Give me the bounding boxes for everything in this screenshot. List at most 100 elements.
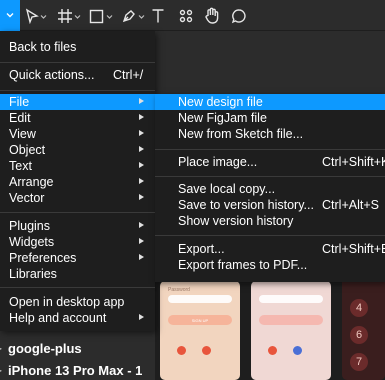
frame-signup-label: SIGN UP: [191, 318, 209, 323]
canvas-frame-signup-alt[interactable]: [251, 281, 331, 380]
keypad-key: 4: [350, 299, 368, 317]
menu-item-object[interactable]: Object: [0, 142, 155, 158]
menu-item-label: Edit: [9, 111, 31, 125]
chevron-right-icon: [139, 222, 144, 228]
submenu-item-label: Export frames to PDF...: [178, 258, 308, 272]
menu-item-open-desktop-app[interactable]: Open in desktop app: [0, 294, 155, 310]
chevron-right-icon: [139, 162, 144, 168]
submenu-item-label: New FigJam file: [178, 111, 267, 125]
pen-icon: [122, 10, 135, 23]
submenu-item-label: Show version history: [178, 214, 294, 228]
chevron-right-icon: ▸: [0, 365, 3, 375]
submenu-item-place-image[interactable]: Place image... Ctrl+Shift+K: [155, 154, 385, 170]
menu-item-label: Text: [9, 159, 32, 173]
move-tool-dropdown[interactable]: [40, 6, 47, 26]
menu-item-edit[interactable]: Edit: [0, 110, 155, 126]
comment-icon: [231, 9, 246, 24]
main-menu: Back to files Quick actions... Ctrl+/ Fi…: [0, 31, 155, 331]
menu-divider: [155, 176, 385, 177]
menu-item-text[interactable]: Text: [0, 158, 155, 174]
menu-item-label: File: [9, 95, 30, 109]
menu-item-label: Vector: [9, 191, 45, 205]
layer-item[interactable]: ▸ google-plus: [0, 337, 155, 359]
canvas-frame-signup[interactable]: Password SIGN UP: [160, 281, 240, 380]
menu-divider: [0, 62, 155, 63]
submenu-item-label: Export...: [178, 242, 225, 256]
chevron-right-icon: [139, 98, 144, 104]
frame-signup-button: [259, 315, 323, 325]
menu-item-view[interactable]: View: [0, 126, 155, 142]
resources-icon: [179, 9, 193, 23]
canvas-header-area: [155, 31, 385, 94]
text-tool[interactable]: [151, 6, 165, 26]
menu-divider: [0, 212, 155, 213]
menu-item-preferences[interactable]: Preferences: [0, 250, 155, 266]
submenu-item-save-version-history[interactable]: Save to version history... Ctrl+Alt+S: [155, 197, 385, 213]
canvas-frame-keypad[interactable]: 4 6 7: [342, 273, 385, 380]
submenu-item-label: Place image...: [178, 155, 258, 169]
chevron-down-icon: [6, 13, 14, 18]
chevron-right-icon: [139, 194, 144, 200]
chevron-right-icon: [139, 178, 144, 184]
menu-item-quick-actions[interactable]: Quick actions... Ctrl+/: [0, 67, 155, 83]
menu-item-label: Preferences: [9, 251, 77, 265]
layer-item[interactable]: ▸ iPhone 13 Pro Max - 1: [0, 359, 155, 380]
frame-tool-dropdown[interactable]: [74, 6, 81, 26]
frame-icon: [58, 9, 72, 23]
menu-item-label: Help and account: [9, 311, 107, 325]
shape-tool[interactable]: [89, 6, 104, 26]
menu-item-label: Libraries: [9, 267, 57, 281]
chevron-down-icon: [138, 14, 145, 19]
submenu-item-new-from-sketch[interactable]: New from Sketch file...: [155, 126, 385, 142]
chevron-right-icon: [139, 314, 144, 320]
google-plus-icon: [202, 346, 211, 355]
submenu-item-shortcut: Ctrl+Shift+E: [322, 242, 385, 256]
layer-name: google-plus: [8, 340, 82, 356]
menu-divider: [0, 90, 155, 91]
submenu-item-export[interactable]: Export... Ctrl+Shift+E: [155, 241, 385, 257]
google-plus-icon: [268, 346, 277, 355]
submenu-item-shortcut: Ctrl+Shift+K: [322, 155, 385, 169]
menu-item-shortcut: Ctrl+/: [113, 68, 144, 82]
menu-item-label: Open in desktop app: [9, 295, 125, 309]
menu-divider: [0, 287, 155, 288]
submenu-item-show-version-history[interactable]: Show version history: [155, 213, 385, 229]
menu-item-label: Quick actions...: [9, 68, 95, 82]
menu-item-libraries[interactable]: Libraries: [0, 266, 155, 282]
menu-item-vector[interactable]: Vector: [0, 190, 155, 206]
submenu-item-new-design-file[interactable]: New design file: [155, 94, 385, 110]
chevron-right-icon: [139, 114, 144, 120]
resources-tool[interactable]: [179, 6, 193, 26]
menu-item-arrange[interactable]: Arrange: [0, 174, 155, 190]
chevron-down-icon: [106, 14, 113, 19]
comment-tool[interactable]: [231, 6, 247, 26]
text-icon: [152, 9, 164, 23]
menu-item-widgets[interactable]: Widgets: [0, 234, 155, 250]
main-menu-button[interactable]: [0, 0, 20, 31]
menu-divider: [155, 149, 385, 150]
keypad-key: 6: [350, 326, 368, 344]
chevron-down-icon: [74, 14, 81, 19]
submenu-item-label: Save to version history...: [178, 198, 314, 212]
menu-item-plugins[interactable]: Plugins: [0, 218, 155, 234]
hand-tool[interactable]: [204, 6, 220, 26]
submenu-item-label: New design file: [178, 95, 263, 109]
menu-item-label: Arrange: [9, 175, 54, 189]
submenu-item-new-figjam-file[interactable]: New FigJam file: [155, 110, 385, 126]
menu-item-help-and-account[interactable]: Help and account: [0, 310, 155, 326]
chevron-right-icon: ▸: [0, 343, 3, 353]
frame-tool[interactable]: [57, 6, 73, 26]
menu-item-label: View: [9, 127, 36, 141]
hand-icon: [205, 7, 219, 24]
submenu-item-save-local-copy[interactable]: Save local copy...: [155, 181, 385, 197]
chevron-down-icon: [40, 14, 47, 19]
shape-tool-dropdown[interactable]: [106, 6, 113, 26]
submenu-item-export-pdf[interactable]: Export frames to PDF...: [155, 257, 385, 273]
move-tool[interactable]: [25, 6, 39, 26]
menu-item-file[interactable]: File: [0, 94, 155, 110]
pen-tool[interactable]: [121, 6, 137, 26]
pen-tool-dropdown[interactable]: [138, 6, 145, 26]
menu-divider: [155, 235, 385, 236]
submenu-item-label: Save local copy...: [178, 182, 276, 196]
menu-item-back-to-files[interactable]: Back to files: [0, 39, 155, 55]
